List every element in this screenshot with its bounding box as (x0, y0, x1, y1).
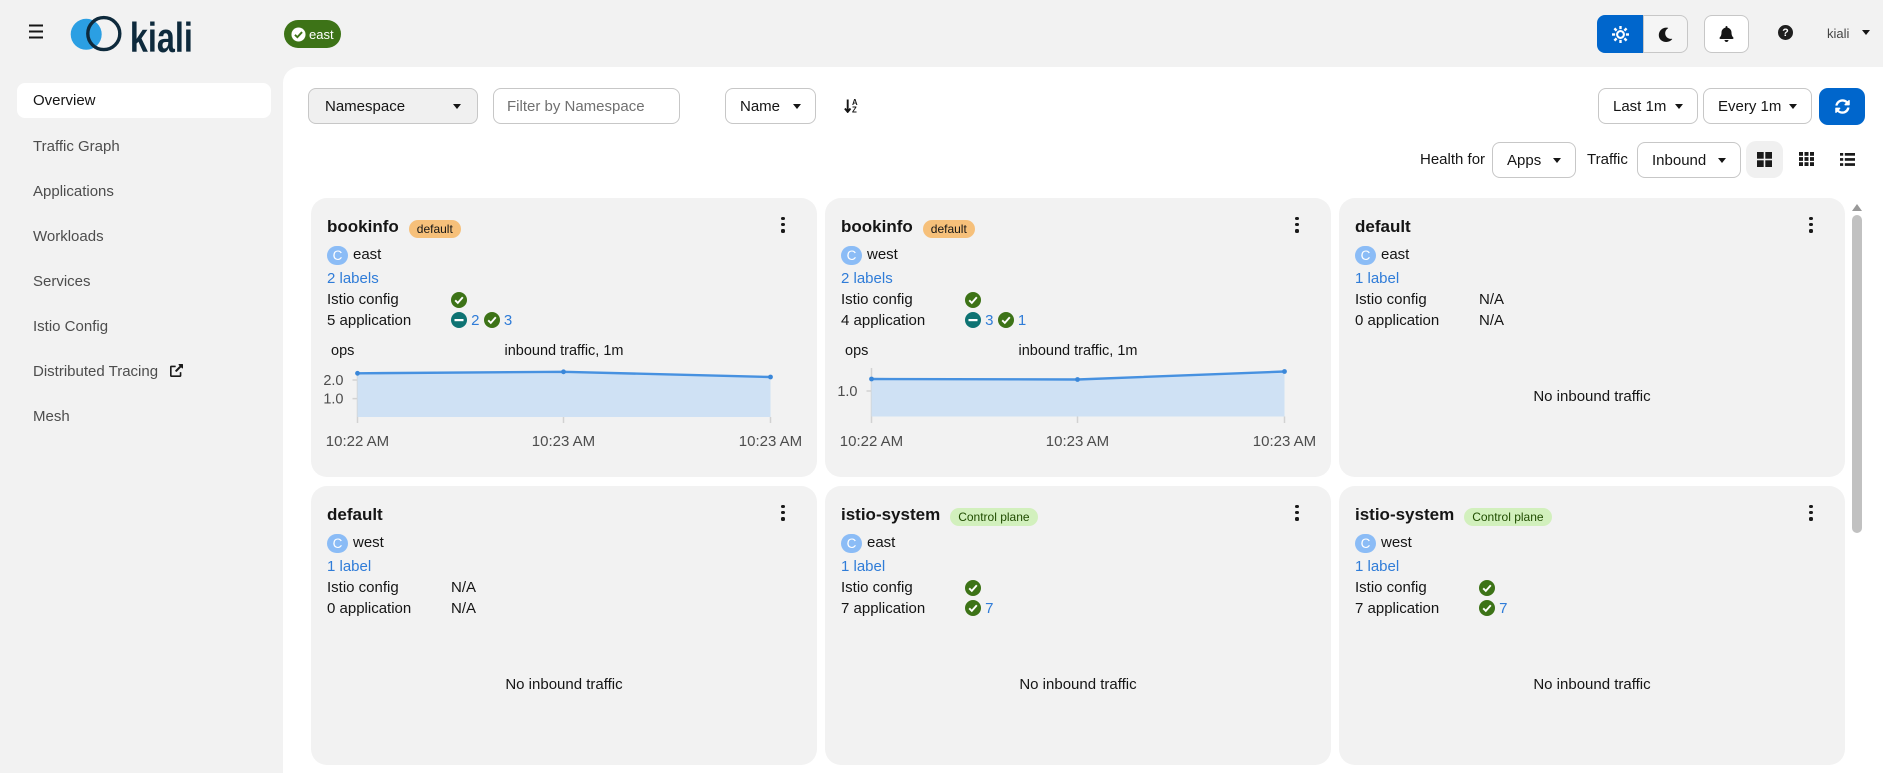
svg-text:Z: Z (852, 105, 857, 113)
svg-text:inbound traffic, 1m: inbound traffic, 1m (504, 343, 623, 359)
svg-text:10:23 AM: 10:23 AM (1253, 433, 1316, 450)
svg-text:ops: ops (845, 343, 868, 359)
svg-text:10:22 AM: 10:22 AM (840, 433, 903, 450)
svg-text:10:23 AM: 10:23 AM (532, 433, 595, 450)
svg-text:kiali: kiali (130, 18, 193, 54)
svg-text:inbound traffic, 1m: inbound traffic, 1m (1018, 343, 1137, 359)
svg-text:10:23 AM: 10:23 AM (1046, 433, 1109, 450)
svg-text:2.0: 2.0 (323, 373, 343, 389)
svg-text:ops: ops (331, 343, 354, 359)
svg-text:10:22 AM: 10:22 AM (326, 433, 389, 450)
svg-text:1.0: 1.0 (837, 384, 857, 400)
svg-text:10:23 AM: 10:23 AM (739, 433, 802, 450)
svg-text:?: ? (1782, 27, 1789, 39)
svg-text:1.0: 1.0 (323, 392, 343, 408)
